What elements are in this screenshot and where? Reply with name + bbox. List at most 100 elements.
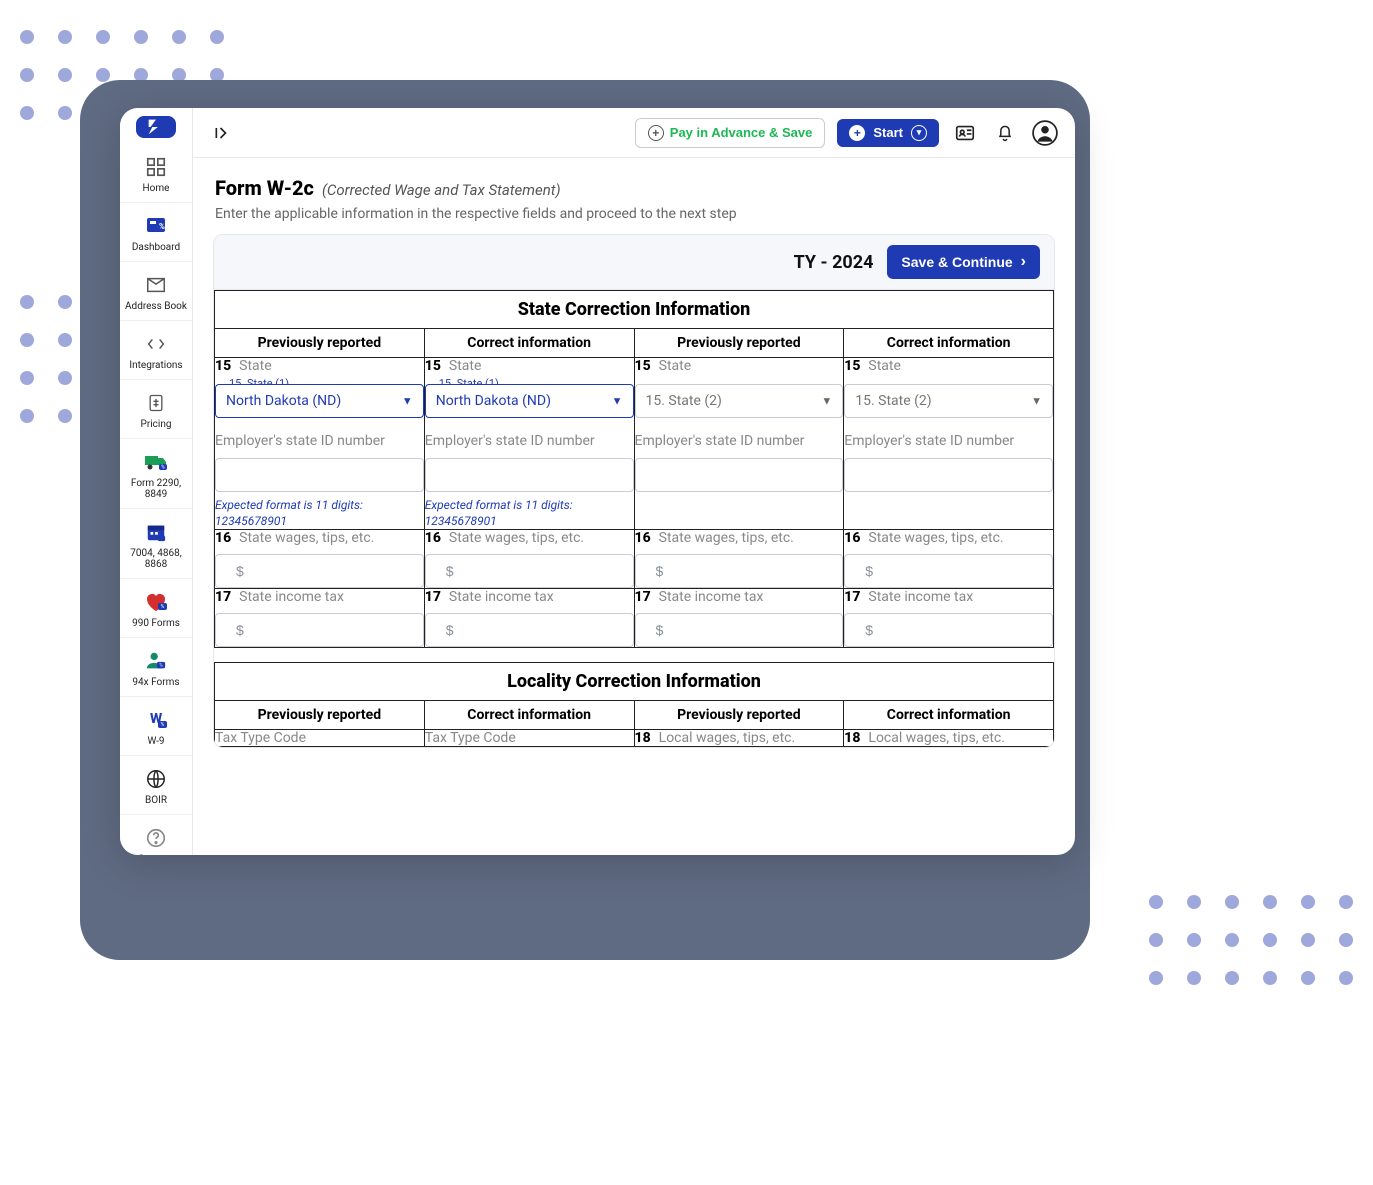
sidebar-item-label: W-9: [148, 736, 165, 747]
box17-correct-input[interactable]: [425, 613, 634, 647]
box17-prev2-input[interactable]: [635, 613, 844, 647]
field-label: Employer's state ID number: [635, 432, 844, 450]
select-placeholder: 15. State (2): [855, 393, 931, 409]
col-header: Correct information: [424, 701, 634, 730]
page-heading: Form W-2c (Corrected Wage and Tax Statem…: [193, 158, 1075, 234]
decorative-dots: [1149, 895, 1353, 985]
sidebar-item-94x[interactable]: % 94x Forms: [120, 640, 192, 697]
chevron-down-icon: ▾: [911, 125, 927, 141]
sidebar-item-label: 94x Forms: [132, 677, 179, 688]
field-label: State wages, tips, etc.: [449, 530, 584, 546]
menu-collapse-icon: [213, 123, 233, 143]
employer-id-prev-input[interactable]: [215, 458, 424, 492]
caret-down-icon: ▼: [1031, 395, 1042, 408]
field-label: State income tax: [868, 589, 973, 605]
sidebar: Home % Dashboard Address Book Integratio…: [120, 108, 193, 855]
plus-circle-icon: +: [849, 125, 865, 141]
sidebar-item-label: Integrations: [129, 360, 182, 371]
box-number: 15: [844, 358, 860, 374]
svg-text:%: %: [161, 722, 165, 728]
employer-id-correct-input[interactable]: [425, 458, 634, 492]
box16-prev-input[interactable]: [215, 554, 424, 588]
box-number: 16: [844, 530, 860, 546]
plus-circle-icon: +: [648, 125, 664, 141]
col-header: Correct information: [424, 329, 634, 358]
employer-id-correct2-input[interactable]: [844, 458, 1053, 492]
col-header: Previously reported: [215, 329, 425, 358]
page-subtitle: (Corrected Wage and Tax Statement): [322, 181, 561, 199]
logo-icon: [145, 116, 167, 138]
address-book-icon: [143, 272, 169, 298]
field-label: State income tax: [239, 589, 344, 605]
box-number: 16: [425, 530, 441, 546]
field-label: Employer's state ID number: [425, 432, 634, 450]
sidebar-item-w9[interactable]: W% W-9: [120, 699, 192, 756]
tax-year-label: TY - 2024: [794, 252, 874, 273]
box-number: 15: [215, 358, 231, 374]
sidebar-item-integrations[interactable]: Integrations: [120, 323, 192, 380]
state2-prev-select[interactable]: 15. State (2) ▼: [635, 384, 844, 418]
sidebar-item-label: Dashboard: [132, 242, 180, 253]
sidebar-toggle[interactable]: [209, 119, 237, 147]
save-continue-button[interactable]: Save & Continue ›: [887, 245, 1040, 279]
field-label: State income tax: [449, 589, 554, 605]
person-icon: %: [143, 648, 169, 674]
account-button[interactable]: [1031, 119, 1059, 147]
box16-correct-input[interactable]: [425, 554, 634, 588]
sidebar-item-form2290[interactable]: % Form 2290, 8849: [120, 441, 192, 509]
sidebar-item-pricing[interactable]: Pricing: [120, 382, 192, 439]
home-icon: [143, 154, 169, 180]
field-label: Employer's state ID number: [844, 432, 1053, 450]
box-number: 17: [635, 589, 651, 605]
field-label: State wages, tips, etc.: [868, 530, 1003, 546]
chevron-right-icon: ›: [1021, 253, 1026, 271]
state-correction-table: State Correction Information Previously …: [214, 290, 1054, 648]
topbar: + Pay in Advance & Save + Start ▾: [193, 108, 1075, 158]
employer-id-prev2-input[interactable]: [635, 458, 844, 492]
field-label: State wages, tips, etc.: [659, 530, 794, 546]
col-header: Previously reported: [215, 701, 425, 730]
page-intro: Enter the applicable information in the …: [215, 206, 1053, 222]
caret-down-icon: ▼: [402, 395, 413, 408]
start-button[interactable]: + Start ▾: [837, 119, 939, 147]
button-label: Pay in Advance & Save: [670, 125, 813, 140]
field-label: State: [659, 358, 692, 374]
col-header: Correct information: [844, 329, 1054, 358]
sidebar-item-dashboard[interactable]: % Dashboard: [120, 205, 192, 262]
id-card-button[interactable]: [951, 119, 979, 147]
pay-advance-button[interactable]: + Pay in Advance & Save: [635, 118, 826, 148]
svg-text:%: %: [159, 222, 165, 231]
box16-correct2-input[interactable]: [844, 554, 1053, 588]
box-number: 18: [844, 730, 860, 746]
state1-correct-select[interactable]: North Dakota (ND) ▼: [425, 384, 634, 418]
sidebar-item-label: Support: [138, 854, 173, 855]
sidebar-item-990[interactable]: % 990 Forms: [120, 581, 192, 638]
sidebar-item-boir[interactable]: BOIR: [120, 758, 192, 815]
box-number: 17: [215, 589, 231, 605]
sidebar-item-support[interactable]: Support: [120, 817, 192, 855]
w9-icon: W%: [143, 707, 169, 733]
sidebar-item-home[interactable]: Home: [120, 146, 192, 203]
box-number: 18: [635, 730, 651, 746]
bell-icon: [995, 123, 1015, 143]
select-placeholder: 15. State (2): [646, 393, 722, 409]
sidebar-item-address-book[interactable]: Address Book: [120, 264, 192, 321]
decorative-dots: [20, 295, 72, 423]
app-logo[interactable]: [136, 116, 176, 138]
section-title: State Correction Information: [215, 291, 1054, 329]
sidebar-item-7004[interactable]: 7004, 4868, 8868: [120, 511, 192, 579]
box17-correct2-input[interactable]: [844, 613, 1053, 647]
col-header: Correct information: [844, 701, 1054, 730]
field-label: Tax Type Code: [425, 730, 516, 746]
box17-prev-input[interactable]: [215, 613, 424, 647]
state2-correct-select[interactable]: 15. State (2) ▼: [844, 384, 1053, 418]
field-label: State: [239, 358, 272, 374]
sidebar-item-label: 7004, 4868, 8868: [122, 548, 190, 570]
section-title: Locality Correction Information: [215, 663, 1054, 701]
notifications-button[interactable]: [991, 119, 1019, 147]
box16-prev2-input[interactable]: [635, 554, 844, 588]
form-scroll[interactable]: State Correction Information Previously …: [214, 290, 1054, 747]
box-number: 16: [215, 530, 231, 546]
state1-prev-select[interactable]: North Dakota (ND) ▼: [215, 384, 424, 418]
box-number: 15: [425, 358, 441, 374]
